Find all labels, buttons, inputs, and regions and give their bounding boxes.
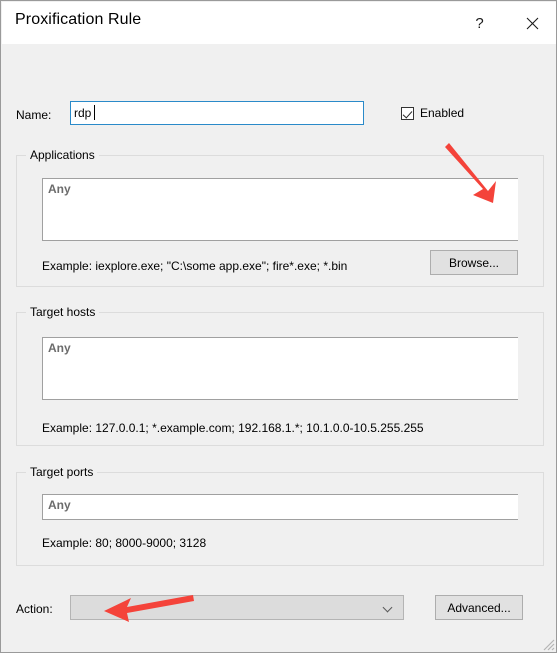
applications-placeholder: Any [48, 182, 71, 196]
question-mark-icon: ? [475, 15, 484, 32]
applications-group-title: Applications [26, 148, 99, 162]
target-ports-example: Example: 80; 8000-9000; 3128 [42, 536, 207, 550]
target-ports-group-title: Target ports [26, 465, 98, 479]
close-button[interactable] [510, 3, 555, 44]
name-label: Name: [16, 108, 52, 122]
title-bar: Proxification Rule ? [2, 2, 556, 44]
enabled-label: Enabled [420, 106, 465, 120]
applications-input[interactable]: Any [42, 178, 518, 241]
checkmark-icon [401, 106, 414, 120]
help-button[interactable]: ? [457, 3, 502, 44]
target-hosts-input[interactable]: Any [42, 337, 518, 400]
text-caret [94, 105, 95, 120]
action-label: Action: [16, 602, 53, 616]
target-hosts-group-title: Target hosts [26, 305, 100, 319]
chevron-down-icon [384, 604, 393, 613]
target-ports-input[interactable]: Any [42, 494, 518, 520]
window-title: Proxification Rule [15, 11, 142, 28]
dialog-body: Name: Enabled Applications Any Example: … [2, 44, 556, 652]
enabled-checkbox[interactable]: Enabled [401, 106, 464, 120]
browse-button[interactable]: Browse... [430, 250, 518, 275]
target-hosts-example: Example: 127.0.0.1; *.example.com; 192.1… [42, 421, 424, 435]
target-hosts-placeholder: Any [48, 341, 71, 355]
advanced-button[interactable]: Advanced... [435, 595, 523, 620]
target-ports-placeholder: Any [48, 498, 71, 512]
close-icon [526, 17, 539, 30]
applications-example: Example: iexplore.exe; "C:\some app.exe"… [42, 259, 348, 273]
action-dropdown[interactable] [70, 595, 404, 620]
resize-grip-icon[interactable] [541, 637, 555, 651]
proxification-rule-dialog: Proxification Rule ? Name: Enabled Appli… [0, 0, 557, 653]
name-input[interactable] [70, 101, 364, 125]
